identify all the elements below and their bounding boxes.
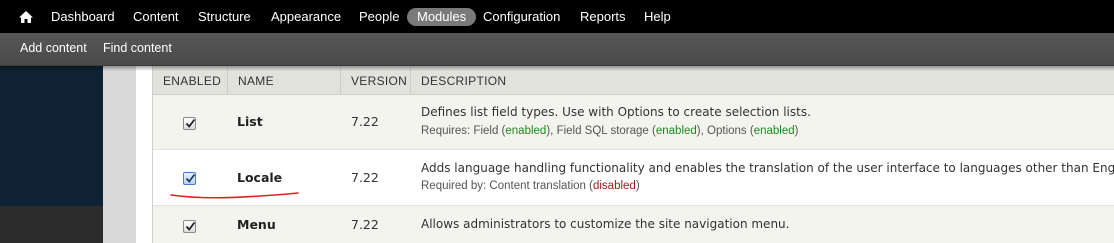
toolbar-item-configuration[interactable]: Configuration — [483, 8, 560, 26]
annotation-underline — [170, 192, 299, 199]
shortcut-add-content[interactable]: Add content — [20, 41, 87, 55]
checkmark-icon — [185, 118, 196, 128]
shortcut-find-content[interactable]: Find content — [103, 41, 172, 55]
module-enabled-checkbox[interactable] — [183, 172, 196, 185]
module-requirements: Requires: Field (enabled), Field SQL sto… — [421, 125, 799, 137]
module-description: Adds language handling functionality and… — [421, 161, 1114, 175]
module-enabled-checkbox[interactable] — [183, 117, 196, 130]
module-enabled-checkbox[interactable] — [183, 220, 196, 233]
checkmark-icon — [185, 173, 196, 183]
module-description: Allows administrators to customize the s… — [421, 217, 790, 231]
module-version: 7.22 — [351, 217, 379, 232]
page-background — [0, 66, 103, 243]
toolbar-item-help[interactable]: Help — [644, 8, 671, 26]
toolbar-item-content[interactable]: Content — [133, 8, 179, 26]
shortcut-bar: Add content Find content — [0, 33, 1114, 66]
toolbar-item-reports[interactable]: Reports — [580, 8, 626, 26]
home-icon[interactable] — [18, 9, 34, 25]
toolbar-item-appearance[interactable]: Appearance — [271, 8, 341, 26]
module-name: List — [237, 114, 263, 129]
admin-toolbar: Dashboard Content Structure Appearance P… — [0, 0, 1114, 33]
module-name: Locale — [237, 170, 283, 185]
module-description: Defines list field types. Use with Optio… — [421, 105, 811, 119]
module-name: Menu — [237, 217, 276, 232]
module-version: 7.22 — [351, 170, 379, 185]
toolbar-item-modules[interactable]: Modules — [407, 8, 477, 26]
modules-table: ENABLED NAME VERSION DESCRIPTION List 7.… — [152, 66, 1114, 243]
table-row: List 7.22 Defines list field types. Use … — [153, 95, 1114, 150]
module-version: 7.22 — [351, 114, 379, 129]
toolbar-item-structure[interactable]: Structure — [198, 8, 251, 26]
toolbar-item-dashboard[interactable]: Dashboard — [51, 8, 115, 26]
toolbar-item-people[interactable]: People — [359, 8, 399, 26]
content-gutter — [103, 66, 136, 243]
table-row: Menu 7.22 Allows administrators to custo… — [153, 206, 1114, 243]
module-requirements: Required by: Content translation (disabl… — [421, 180, 640, 192]
checkmark-icon — [185, 221, 196, 231]
